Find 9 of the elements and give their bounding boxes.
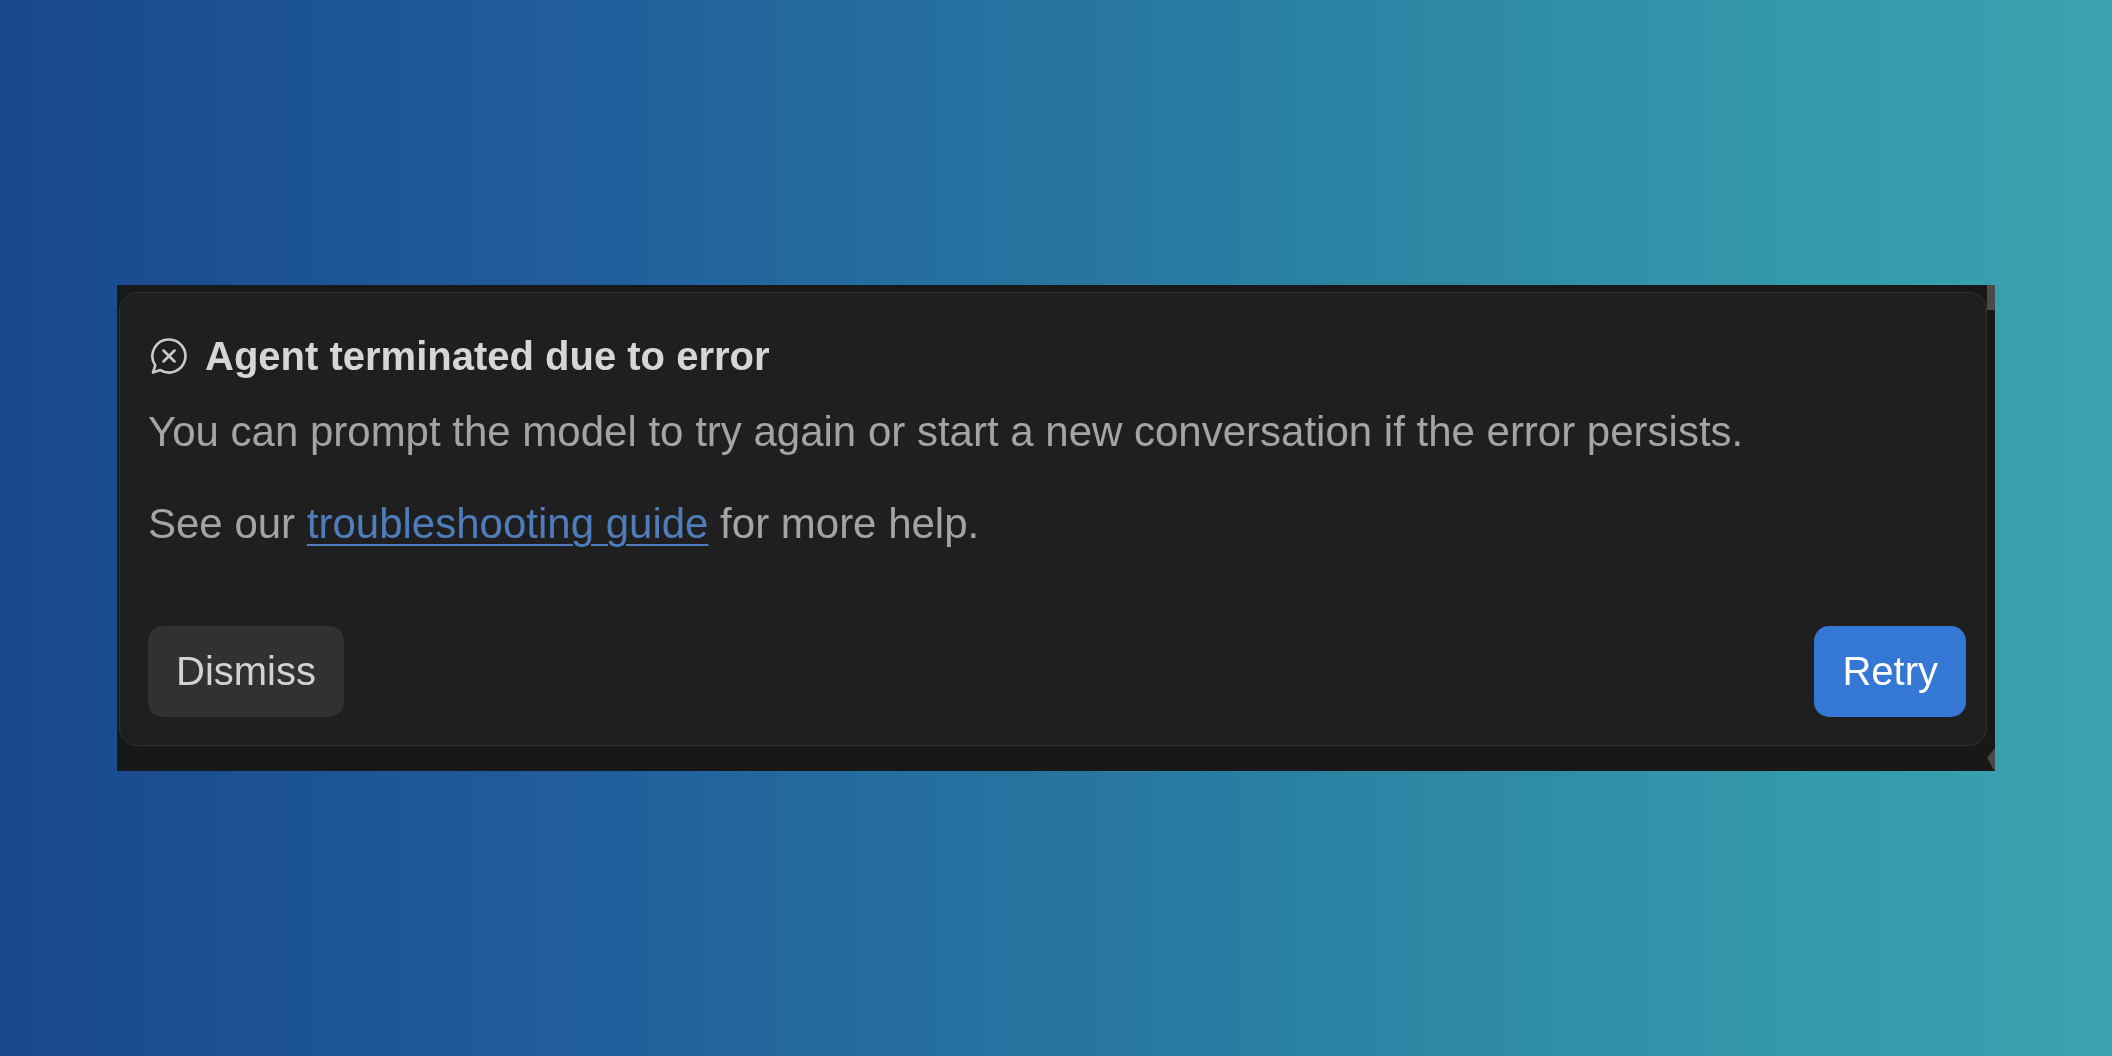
help-text: See our troubleshooting guide for more help. [148, 499, 981, 549]
dismiss-button[interactable]: Dismiss [148, 626, 344, 717]
card-title: Agent terminated due to error [205, 333, 770, 380]
troubleshooting-link[interactable]: troubleshooting guide [306, 500, 709, 547]
scroll-down-arrow-icon[interactable] [1987, 748, 1995, 770]
scrollbar-thumb[interactable] [1987, 285, 1995, 310]
message-text: You can prompt the model to try again or start a new conversation if the error persists. [148, 407, 1745, 457]
retry-button[interactable]: Retry [1814, 626, 1966, 717]
error-icon [150, 337, 188, 375]
